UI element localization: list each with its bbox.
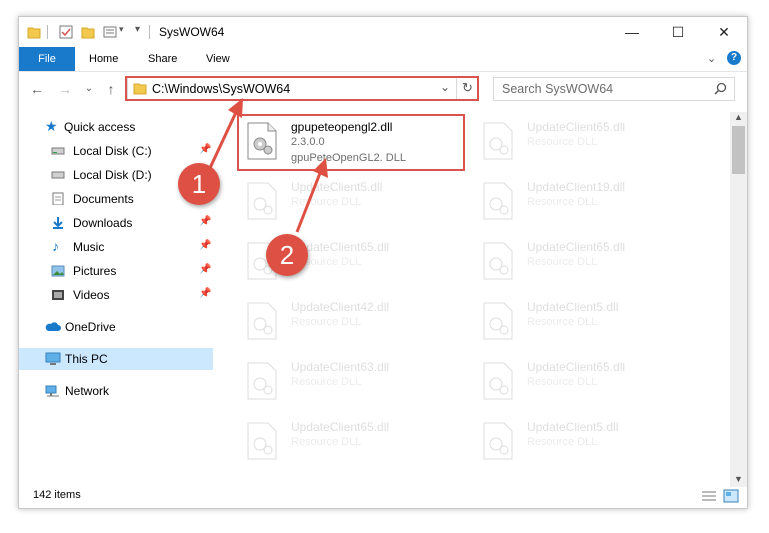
arrow-2 <box>295 158 328 233</box>
annotation-arrows <box>208 98 328 233</box>
arrow-1 <box>208 98 243 169</box>
step-marker-2: 2 <box>266 234 308 276</box>
step-marker-1: 1 <box>178 163 220 205</box>
